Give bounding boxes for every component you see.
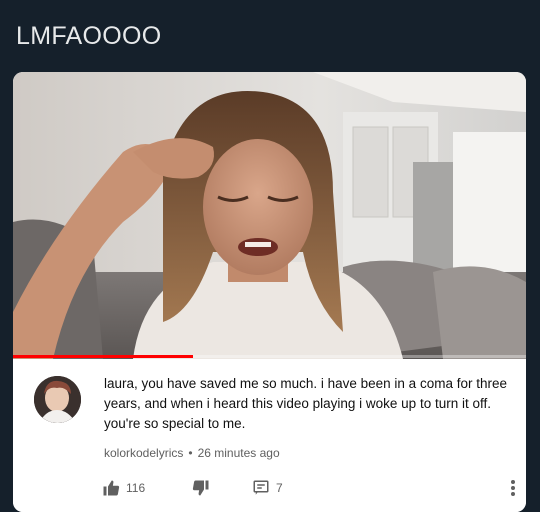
embedded-screenshot-card: laura, you have saved me so much. i have… — [13, 72, 526, 512]
post-caption: LMFAOOOO — [16, 22, 162, 50]
thumbs-down-icon — [192, 479, 210, 497]
comment-timestamp[interactable]: 26 minutes ago — [198, 446, 280, 460]
like-count: 116 — [126, 481, 146, 495]
reply-icon — [252, 479, 270, 497]
comment: laura, you have saved me so much. i have… — [13, 359, 526, 512]
more-vertical-icon — [510, 479, 516, 497]
comment-meta: kolorkodelyrics • 26 minutes ago — [104, 446, 280, 460]
video-thumbnail[interactable] — [13, 72, 526, 359]
meta-separator: • — [188, 446, 193, 460]
thumbs-up-icon — [102, 479, 120, 497]
comment-actions: 116 7 — [102, 479, 522, 499]
reply-count: 7 — [276, 481, 283, 495]
video-progress-bar[interactable] — [13, 355, 526, 358]
dislike-button[interactable] — [192, 479, 210, 497]
video-progress-fill — [13, 355, 193, 358]
like-button[interactable]: 116 — [102, 479, 145, 497]
more-options-button[interactable] — [510, 479, 516, 497]
video-frame-image — [13, 72, 526, 359]
reply-button[interactable]: 7 — [252, 479, 283, 497]
comment-text: laura, you have saved me so much. i have… — [104, 376, 507, 431]
avatar[interactable] — [34, 376, 81, 423]
comment-username[interactable]: kolorkodelyrics — [104, 446, 183, 460]
